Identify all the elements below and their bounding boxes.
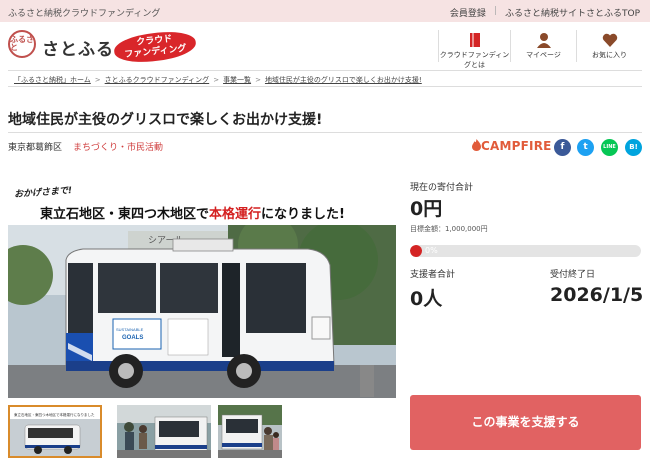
thumbnail-1[interactable]: 東立石地区・東四つ木地区で本格運行になりました	[8, 405, 102, 458]
bus-goals-text: SUSTAINABLE	[116, 327, 144, 332]
campfire-label: CAMPFIRE	[481, 139, 552, 153]
thumb-caption: 東立石地区・東四つ木地区で本格運行になりました	[14, 412, 95, 417]
satofull-top-link[interactable]: ふるさと納税サイトさとふるTOP	[505, 6, 640, 19]
project-location: 東京都葛飾区	[8, 143, 63, 153]
breadcrumb: 「ふるさと納税」ホーム > さとふるクラウドファンディング > 事業一覧 > 地域住民が主役…	[8, 70, 642, 87]
nav-favorites[interactable]: お気に入り	[576, 30, 642, 62]
progress-fill	[410, 245, 422, 257]
thumbnail-2[interactable]	[117, 405, 211, 458]
hero-image[interactable]: おかげさまで! 東立石地区・東四つ木地区で本格運行になりました! シアール SU…	[8, 184, 396, 398]
supporters-value: 0人	[410, 288, 443, 310]
breadcrumb-arrow: >	[255, 76, 261, 84]
satofull-logo-text[interactable]: さとふる	[42, 35, 114, 60]
facebook-share-button[interactable]: f	[554, 139, 571, 156]
breadcrumb-crowdfunding[interactable]: さとふるクラウドファンディング	[105, 76, 210, 84]
support-project-button[interactable]: この事業を支援する	[410, 395, 641, 450]
nav-label: クラウドファンディングとは	[439, 51, 510, 69]
supporters-label: 支援者合計	[410, 270, 456, 280]
deadline-label: 受付終了日	[550, 270, 596, 280]
campfire-logo[interactable]: CAMPFIRE	[472, 139, 552, 153]
current-donation-label: 現在の寄付合計	[410, 183, 474, 193]
hero-caption-thanks: おかげさまで!	[13, 185, 73, 201]
caption-part-c: になりました!	[261, 207, 345, 222]
breadcrumb-current[interactable]: 地域住民が主役のグリスロで楽しくお出かけ支援!	[265, 76, 422, 84]
link-separator: |	[493, 6, 497, 16]
thumbnail-image	[218, 405, 282, 458]
breadcrumb-projects[interactable]: 事業一覧	[223, 76, 251, 84]
breadcrumb-arrow: >	[94, 76, 101, 84]
header-nav: クラウドファンディングとは マイページ お気に入り	[438, 30, 642, 69]
bus: SUSTAINABLE GOALS	[65, 238, 335, 388]
title-divider	[8, 132, 642, 133]
current-donation-value: 0円	[410, 198, 443, 220]
thumbnail-image	[117, 405, 211, 458]
breadcrumb-home[interactable]: 「ふるさと納税」ホーム	[14, 76, 91, 84]
heart-icon	[602, 33, 617, 47]
register-link[interactable]: 会員登録	[450, 6, 486, 19]
breadcrumb-arrow: >	[213, 76, 220, 84]
hatena-bookmark-button[interactable]: B!	[625, 139, 642, 156]
green-slow-mobility-bus-photo: シアール SUSTAINABLE GOALS	[8, 225, 396, 398]
flame-icon	[472, 139, 481, 151]
line-share-button[interactable]: LINE	[601, 139, 618, 156]
thumbnail-3[interactable]	[218, 405, 282, 458]
project-category[interactable]: まちづくり・市民活動	[73, 140, 163, 153]
funding-progress-bar: 0%	[410, 245, 641, 257]
site-tagline: ふるさと納税クラウドファンディング	[8, 9, 161, 19]
nav-label: お気に入り	[592, 51, 627, 59]
header: ふるさと さとふる クラウド ファンディング クラウドファンディングとは マイペ…	[0, 22, 650, 69]
nav-mypage[interactable]: マイページ	[510, 30, 576, 62]
top-bar: ふるさと納税クラウドファンディング 会員登録 | ふるさと納税サイトさとふるTO…	[0, 0, 650, 22]
top-links: 会員登録 | ふるさと納税サイトさとふるTOP	[450, 6, 640, 19]
bus-goals-text-2: GOALS	[122, 335, 143, 341]
user-icon	[536, 33, 551, 48]
target-amount: 目標金額：1,000,000円	[410, 225, 488, 233]
nav-about-crowdfunding[interactable]: クラウドファンディングとは	[438, 30, 510, 69]
satofull-logo-mark[interactable]: ふるさと	[8, 30, 36, 58]
project-title: 地域住民が主役のグリスロで楽しくお出かけ支援!	[8, 112, 323, 128]
book-icon	[469, 33, 480, 47]
deadline-value: 2026/1/5	[550, 284, 644, 306]
nav-label: マイページ	[526, 51, 561, 59]
progress-percent: 0%	[425, 246, 438, 255]
twitter-share-button[interactable]: t	[577, 139, 594, 156]
caption-part-b: 本格運行	[209, 207, 262, 222]
crowdfunding-badge[interactable]: クラウド ファンディング	[112, 28, 198, 66]
thumbnail-image: 東立石地区・東四つ木地区で本格運行になりました	[10, 407, 100, 456]
caption-part-a: 東立石地区・東四つ木地区で	[40, 207, 210, 222]
hero-caption-main: 東立石地区・東四つ木地区で本格運行になりました!	[40, 203, 345, 222]
